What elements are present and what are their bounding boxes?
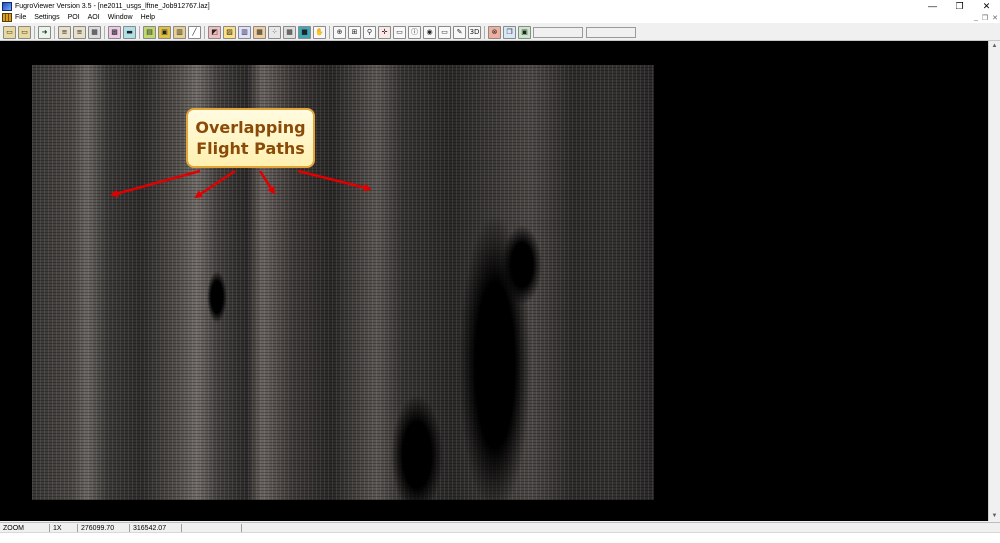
dots-icon[interactable]: ⁘ [268,25,281,39]
document-window-controls: _ ❐ ✕ [974,12,998,23]
doc-minimize-icon[interactable]: _ [974,14,978,21]
menu-help[interactable]: Help [141,14,155,21]
callout-line-2: Flight Paths [196,139,305,158]
callout-line-1: Overlapping [195,118,306,137]
pencil-icon[interactable]: ✎ [453,25,466,39]
layers-alt-icon[interactable]: ≡ [73,25,86,39]
line-tool-icon[interactable]: ╱ [188,25,201,39]
toolbar-separator [484,25,485,39]
toolbar-separator [104,25,105,39]
menu-file[interactable]: File [15,14,26,21]
pan-hand-icon[interactable]: ✋ [313,25,326,39]
hatch-icon[interactable]: ▩ [108,25,121,39]
classification-icon[interactable]: ▨ [223,25,236,39]
3d-view-icon[interactable]: 3D [468,25,481,39]
vertical-scrollbar[interactable]: ▲ ▼ [988,41,1000,521]
minimize-icon[interactable]: — [919,0,946,12]
menu-aoi[interactable]: AOI [88,14,100,21]
app-icon [2,1,12,11]
menu-bar: File Settings POI AOI Window Help _ ❐ ✕ [0,12,1000,23]
close-icon[interactable]: ✕ [973,0,1000,12]
marker-icon[interactable]: ⚲ [363,25,376,39]
scroll-down-icon[interactable]: ▼ [989,511,1000,521]
elevation-icon[interactable]: ▣ [158,25,171,39]
grid-points-icon[interactable]: ▦ [88,25,101,39]
export-icon[interactable]: ▣ [518,25,531,39]
ruler-icon[interactable]: ▭ [438,25,451,39]
profile-icon[interactable]: ▬ [123,25,136,39]
zoom-fit-icon[interactable]: ⊞ [348,25,361,39]
callout-box: Overlapping Flight Paths [186,108,315,168]
title-bar: FugroViewer Version 3.5 - [ne2011_usgs_l… [0,0,1000,12]
rgb-icon[interactable]: ◩ [208,25,221,39]
forward-arrow-icon[interactable]: ➜ [38,25,51,39]
menu-settings[interactable]: Settings [34,14,59,21]
copy-window-icon[interactable]: ❐ [503,25,516,39]
open-folder-icon[interactable]: ▭ [3,25,16,39]
identify-icon[interactable]: ⓘ [408,25,421,39]
toolbar-field[interactable] [533,26,583,38]
toolbar-field[interactable] [586,26,636,38]
surface-icon[interactable]: ■ [298,25,311,39]
crosshair-icon[interactable]: ✛ [378,25,391,39]
measure-icon[interactable]: ▭ [393,25,406,39]
toolbar-separator [139,25,140,39]
menu-poi[interactable]: POI [68,14,80,21]
point-cloud-view[interactable]: Overlapping Flight Paths [0,41,988,521]
menu-window[interactable]: Window [108,14,133,21]
toolbar-separator [34,25,35,39]
color-ramp-icon[interactable]: ▤ [143,25,156,39]
spectrum-icon[interactable]: ▥ [238,25,251,39]
doc-restore-icon[interactable]: ❐ [982,14,988,22]
scroll-up-icon[interactable]: ▲ [989,41,1000,51]
toolbar-separator [54,25,55,39]
layers-icon[interactable]: ≡ [58,25,71,39]
document-icon[interactable] [2,13,12,22]
lidar-point-cloud[interactable] [32,65,654,500]
doc-close-icon[interactable]: ✕ [992,14,998,22]
search-point-icon[interactable]: ◉ [423,25,436,39]
toolbar: ▭ ▭ ➜ ≡ ≡ ▦ ▩ ▬ ▤ ▣ ▥ ╱ ◩ ▨ ▥ ▦ ⁘ ▦ ■ ✋ ⊕ ⊞ ⚲ ✛ ▭ ⓘ ◉ ▭ ✎ 3D ⊗ ❐ ▣ [0,24,1000,41]
window-controls: — ❐ ✕ [919,0,1000,12]
intensity-icon[interactable]: ▥ [173,25,186,39]
open-file-icon[interactable]: ▭ [18,25,31,39]
toolbar-separator [329,25,330,39]
restore-icon[interactable]: ❐ [946,0,973,12]
bottom-strip [0,532,1000,543]
toolbar-separator [204,25,205,39]
stop-icon[interactable]: ⊗ [488,25,501,39]
window-title: FugroViewer Version 3.5 - [ne2011_usgs_l… [15,2,210,10]
palette-icon[interactable]: ▦ [253,25,266,39]
zoom-icon[interactable]: ⊕ [333,25,346,39]
matrix-icon[interactable]: ▦ [283,25,296,39]
